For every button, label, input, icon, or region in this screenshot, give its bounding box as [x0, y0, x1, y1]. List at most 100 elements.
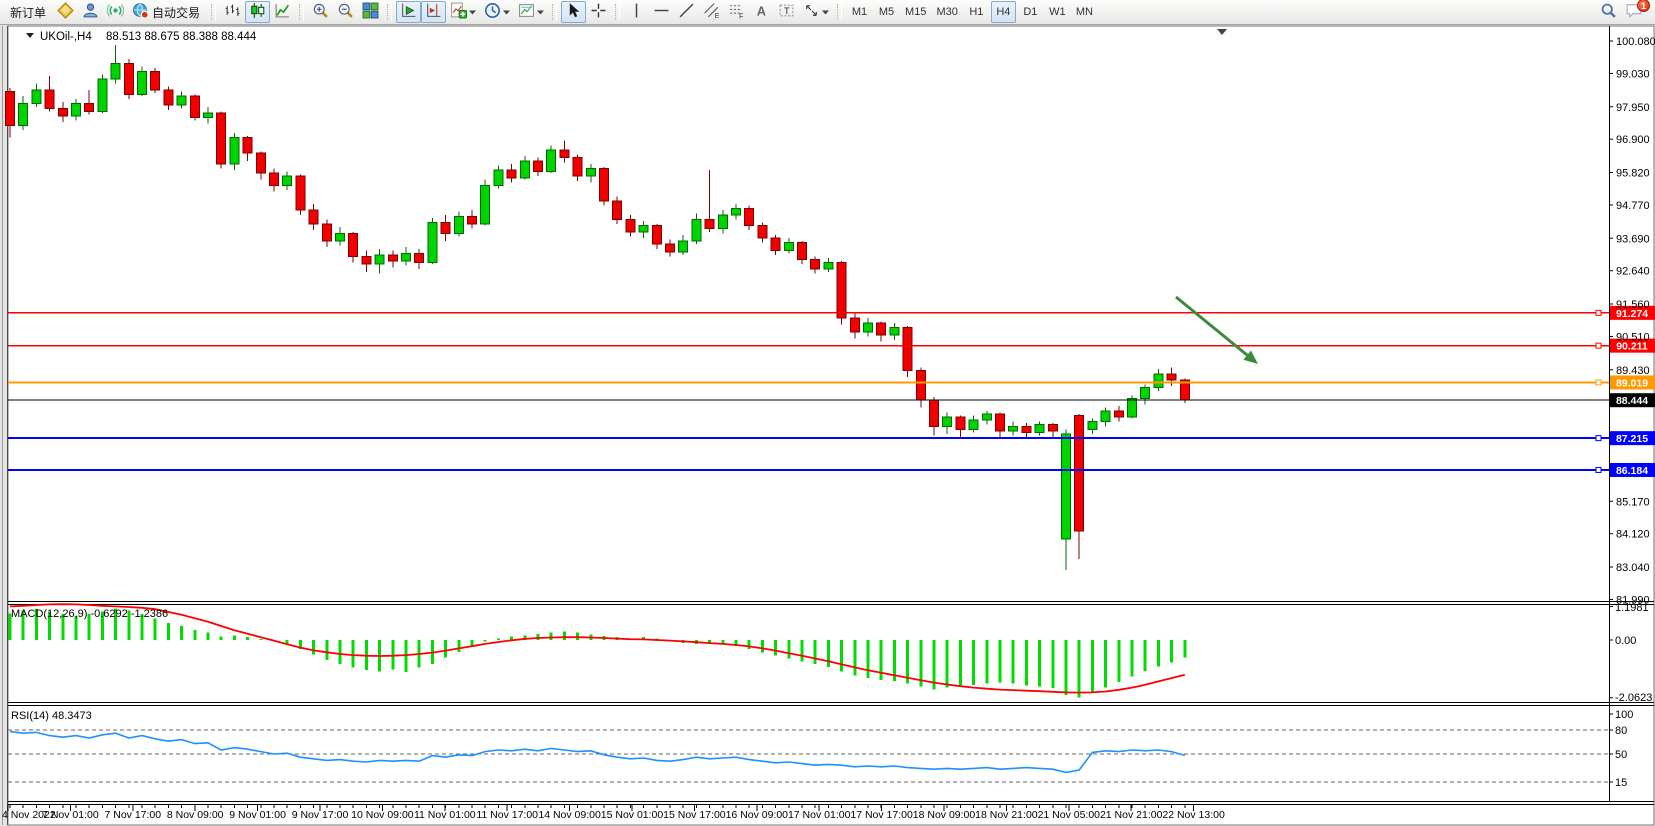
line-chart-button[interactable]: [270, 1, 295, 23]
candle-body: [45, 90, 54, 109]
macd-bar: [537, 634, 540, 640]
chart-ohlc-readout: 88.513 88.675 88.388 88.444: [106, 31, 257, 43]
timeframe-button-H4[interactable]: H4: [991, 1, 1016, 23]
candle-body: [679, 241, 688, 252]
trendline-icon: [678, 2, 695, 22]
price-tick-label: 85.170: [1616, 496, 1650, 508]
timeframe-button-W1[interactable]: W1: [1045, 1, 1070, 23]
price-tick-label: 89.430: [1616, 365, 1650, 377]
candle-body: [190, 96, 199, 118]
hline-handle[interactable]: [1596, 467, 1601, 472]
candle-body: [111, 64, 120, 79]
timeframe-button-M1[interactable]: M1: [847, 1, 872, 23]
candle-body: [1075, 415, 1084, 531]
fibonacci-button[interactable]: F: [724, 1, 749, 23]
macd-bar: [748, 640, 751, 649]
timeframe-button-H1[interactable]: H1: [964, 1, 989, 23]
label-button[interactable]: T: [774, 1, 799, 23]
chat-button[interactable]: 1: [1621, 1, 1647, 23]
macd-bar: [1104, 640, 1107, 688]
crosshair-button[interactable]: [586, 1, 611, 23]
macd-bar: [312, 640, 315, 655]
candlestick-chart-button[interactable]: [245, 1, 270, 23]
candle-body: [164, 90, 173, 105]
macd-bar: [484, 640, 487, 642]
candle-body: [969, 420, 978, 429]
trendline-button[interactable]: [674, 1, 699, 23]
candle-body: [560, 150, 569, 158]
hline-handle[interactable]: [1596, 436, 1601, 441]
macd-axis-label: 1.1981: [1615, 602, 1649, 614]
candle-body: [19, 104, 28, 126]
candle: [151, 68, 160, 93]
new-order-button[interactable]: 新订单: [3, 1, 53, 23]
auto-scroll-button[interactable]: [396, 1, 421, 23]
text-button[interactable]: A: [749, 1, 774, 23]
timeframe-button-M15[interactable]: M15: [901, 1, 930, 23]
timeframe-button-MN[interactable]: MN: [1072, 1, 1097, 23]
candle-body: [1088, 422, 1097, 430]
candle-body: [573, 158, 582, 177]
autotrade-label: 自动交易: [149, 4, 203, 21]
signal-icon: [107, 2, 124, 22]
cursor-button[interactable]: [561, 1, 586, 23]
candle-body: [639, 226, 648, 232]
periods-button[interactable]: [480, 1, 514, 23]
arrows-button[interactable]: [799, 1, 833, 23]
hline-handle[interactable]: [1596, 380, 1601, 385]
candle-body: [1009, 426, 1018, 431]
bar-chart-button[interactable]: [220, 1, 245, 23]
candle: [481, 179, 490, 225]
vertical-line-button[interactable]: [624, 1, 649, 23]
timeframe-button-D1[interactable]: D1: [1018, 1, 1043, 23]
candle-body: [930, 400, 939, 426]
profile-button[interactable]: [78, 1, 103, 23]
timeframe-button-M30[interactable]: M30: [932, 1, 961, 23]
autotrade-button[interactable]: 自动交易: [128, 1, 207, 23]
candle-body: [124, 64, 133, 95]
hline-handle[interactable]: [1596, 310, 1601, 315]
channel-button[interactable]: E: [699, 1, 724, 23]
indicators-icon: [450, 2, 467, 22]
candle-body: [943, 417, 952, 426]
macd-bar: [801, 640, 804, 661]
rsi-label: RSI(14) 48.3473: [11, 710, 92, 722]
svg-text:F: F: [739, 13, 743, 19]
candle-body: [507, 170, 516, 178]
price-tick-label: 97.950: [1616, 102, 1650, 114]
zoom-in-button[interactable]: [308, 1, 333, 23]
candle-body: [454, 216, 463, 233]
candle-body: [916, 371, 925, 400]
candle-body: [204, 113, 213, 118]
chevron-down-icon: [469, 5, 476, 19]
macd-bar: [167, 623, 170, 640]
hline-handle[interactable]: [1596, 343, 1601, 348]
timeframe-button-M5[interactable]: M5: [874, 1, 899, 23]
search-button[interactable]: [1596, 1, 1621, 23]
chart-shift-button[interactable]: [421, 1, 446, 23]
candle-body: [784, 243, 793, 251]
macd-bar: [1144, 640, 1147, 671]
candle-body: [217, 113, 226, 164]
candle-body: [1035, 425, 1044, 433]
current-price-label-text: 88.444: [1616, 395, 1648, 407]
candle-body: [349, 233, 358, 256]
macd-bar: [405, 640, 408, 672]
gold-diamond-button[interactable]: [53, 1, 78, 23]
macd-bar: [207, 633, 210, 640]
toolbar-separator: [387, 4, 392, 20]
template-button[interactable]: [514, 1, 548, 23]
signal-button[interactable]: [103, 1, 128, 23]
zoom-out-button[interactable]: [333, 1, 358, 23]
date-label: 14 Nov 09:00: [538, 809, 601, 821]
timeframe-group: M1M5M15M30H1H4D1W1MN: [846, 0, 1098, 24]
macd-axis-label: -2.0623: [1615, 692, 1652, 704]
indicators-button[interactable]: [446, 1, 480, 23]
price-tick-label: 84.120: [1616, 529, 1650, 541]
macd-bar: [761, 640, 764, 653]
macd-bar: [1012, 640, 1015, 684]
tile-windows-button[interactable]: [358, 1, 383, 23]
horizontal-line-button[interactable]: [649, 1, 674, 23]
rsi-axis-label: 15: [1615, 777, 1627, 789]
candle-body: [586, 168, 595, 176]
